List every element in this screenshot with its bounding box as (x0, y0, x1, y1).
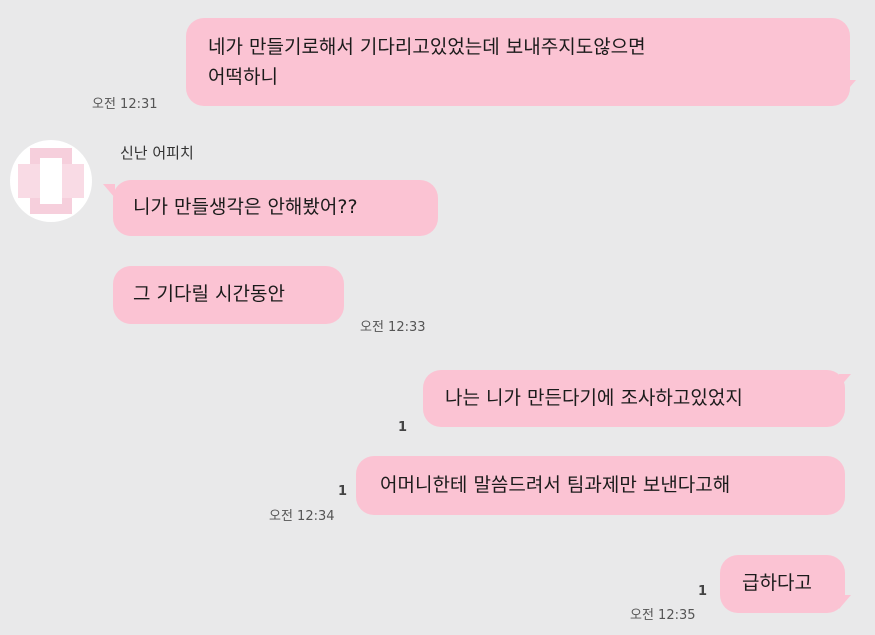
message-time: 오전 12:35 (630, 608, 696, 623)
message-bubble-2[interactable]: 니가 만들생각은 안해봤어?? (113, 180, 438, 236)
message-text: 어머니한테 말씀드려서 팀과제만 보낸다고해 (380, 474, 731, 496)
message-text: 니가 만들생각은 안해봤어?? (133, 196, 358, 218)
message-text: 그 기다릴 시간동안 (133, 283, 285, 305)
message-time: 오전 12:34 (269, 509, 335, 524)
bubble-tail (103, 184, 115, 198)
bubble-tail (844, 80, 856, 94)
bubble-tail (839, 374, 851, 388)
message-text: 급하다고 (742, 572, 812, 594)
message-bubble-4[interactable]: 나는 니가 만든다기에 조사하고있었지 (423, 370, 845, 427)
message-text: 나는 니가 만든다기에 조사하고있었지 (445, 387, 743, 409)
bubble-tail (839, 595, 851, 609)
unread-count: 1 (698, 584, 708, 599)
message-bubble-1[interactable]: 네가 만들기로해서 기다리고있었는데 보내주지도않으면 어떡하니 (186, 18, 850, 106)
partner-name: 신난 어피치 (120, 144, 194, 162)
message-bubble-5[interactable]: 어머니한테 말씀드려서 팀과제만 보낸다고해 (356, 456, 845, 515)
message-text-line: 어떡하니 (208, 66, 278, 88)
message-bubble-3[interactable]: 그 기다릴 시간동안 (113, 266, 344, 324)
partner-avatar[interactable] (10, 140, 92, 222)
message-bubble-6[interactable]: 급하다고 (720, 555, 845, 613)
message-text-line: 네가 만들기로해서 기다리고있었는데 보내주지도않으면 (208, 36, 646, 58)
message-time: 오전 12:31 (92, 97, 158, 112)
message-time: 오전 12:33 (360, 320, 426, 335)
unread-count: 1 (398, 420, 408, 435)
unread-count: 1 (338, 484, 348, 499)
